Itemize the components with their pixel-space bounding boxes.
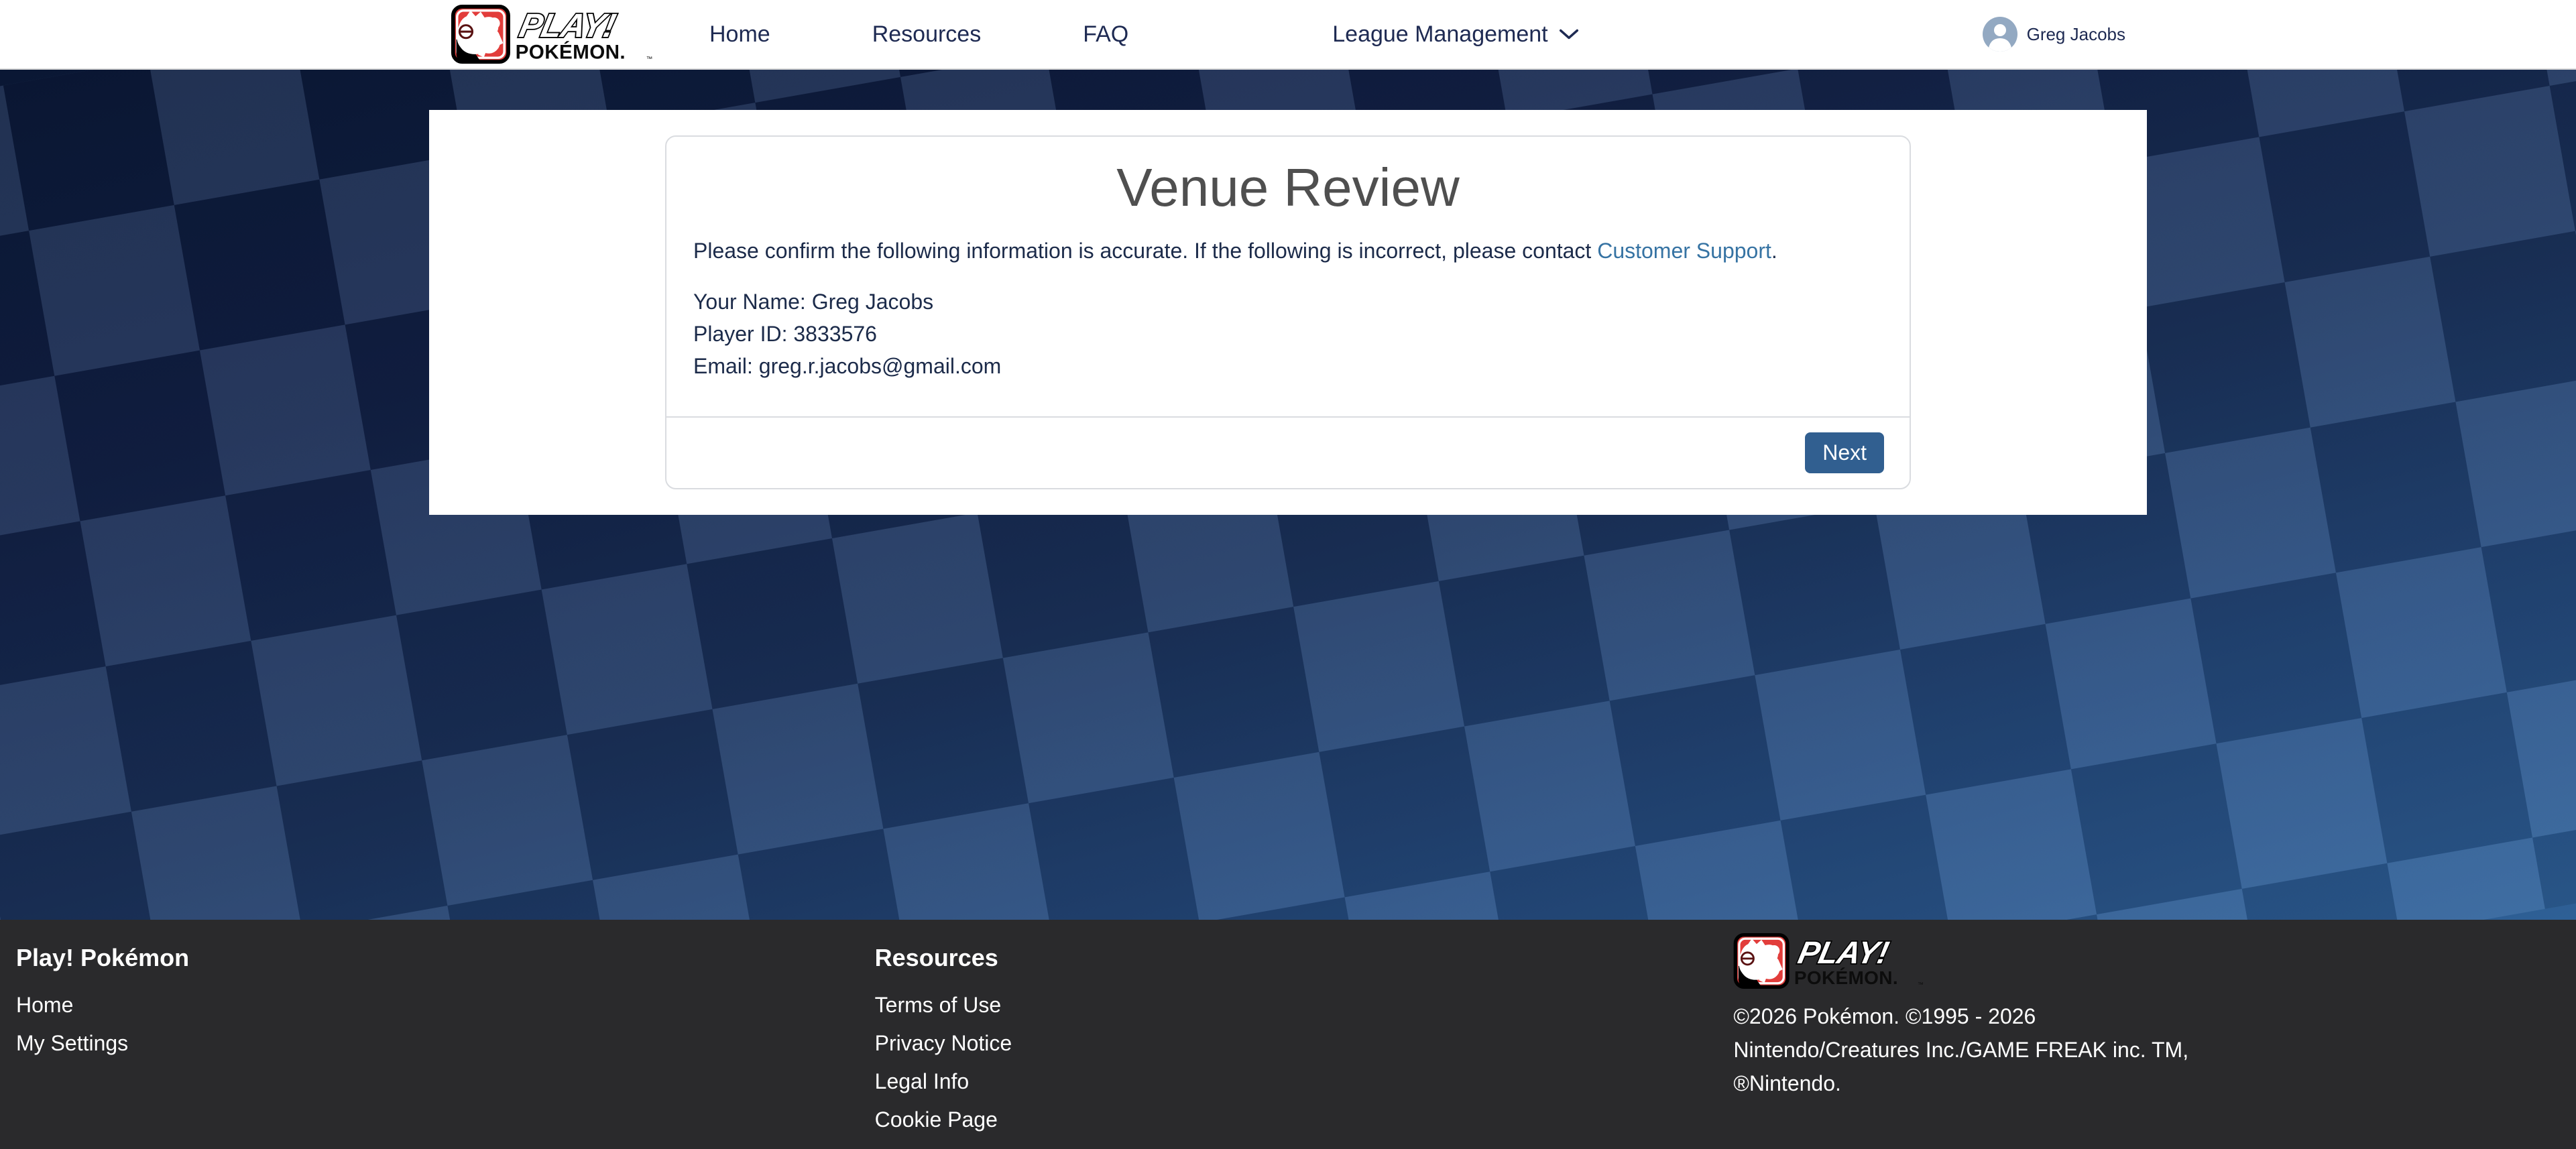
footer-link[interactable]: Legal Info <box>875 1069 970 1093</box>
content-card: Venue Review Please confirm the followin… <box>429 110 2147 515</box>
copyright-line: ®Nintendo. <box>1733 1067 2216 1100</box>
confirm-text-suffix: . <box>1771 239 1777 263</box>
next-button[interactable]: Next <box>1805 432 1884 473</box>
footer-column-resources: Resources Terms of Use Privacy Notice Lega… <box>859 933 1718 1149</box>
player-info-line: Player ID: 3833576 <box>693 318 1883 350</box>
customer-support-link[interactable]: Customer Support <box>1597 239 1771 263</box>
footer-link[interactable]: Contact Support <box>875 1146 1030 1149</box>
user-name: Greg Jacobs <box>2027 24 2125 45</box>
footer-link[interactable]: Home <box>16 993 73 1017</box>
confirm-text-prefix: Please confirm the following information… <box>693 239 1597 263</box>
copyright-line: ©2026 Pokémon. ©1995 - 2026 <box>1733 1000 2216 1033</box>
play-pokemon-logo-icon: PLAY! POKÉMON. ™ <box>1733 933 1928 989</box>
player-info-line: Email: greg.r.jacobs@gmail.com <box>693 350 1883 382</box>
svg-text:POKÉMON.: POKÉMON. <box>1794 967 1898 988</box>
top-navbar: PLAY! POKÉMON. ™ Home Resources FAQ League… <box>0 0 2576 70</box>
nav-link[interactable]: Home <box>709 21 770 48</box>
main-background: Venue Review Please confirm the followin… <box>0 70 2576 920</box>
footer-link[interactable]: Terms of Use <box>875 993 1001 1017</box>
footer-list-item: Cookie Page <box>875 1107 1702 1133</box>
copyright-line: Nintendo/Creatures Inc./GAME FREAK inc. … <box>1733 1033 2216 1067</box>
footer-list-item: Privacy Notice <box>875 1030 1702 1056</box>
copyright-text: ©2026 Pokémon. ©1995 - 2026Nintendo/Crea… <box>1733 1000 2216 1100</box>
nav-dropdown-league-management[interactable]: League Management <box>1332 21 1578 48</box>
footer-column-heading: Play! Pokémon <box>16 944 843 972</box>
brand-play-text: PLAY! <box>516 6 619 44</box>
nav-dropdown-label: League Management <box>1332 21 1547 48</box>
brand-logo-link[interactable]: PLAY! POKÉMON. ™ <box>451 5 657 64</box>
primary-nav: Home Resources FAQ League Management <box>709 21 1579 48</box>
brand-tm-text: ™ <box>646 56 653 63</box>
player-info-line: Your Name: Greg Jacobs <box>693 286 1883 318</box>
footer-link[interactable]: Privacy Notice <box>875 1031 1012 1055</box>
user-menu[interactable]: Greg Jacobs <box>1983 17 2125 52</box>
panel-footer: Next <box>666 416 1910 488</box>
confirm-text: Please confirm the following information… <box>693 237 1883 265</box>
player-info: Your Name: Greg JacobsPlayer ID: 3833576… <box>693 286 1883 382</box>
page-title: Venue Review <box>693 156 1883 220</box>
footer-list-item: Contact Support <box>875 1145 1702 1149</box>
user-avatar-icon <box>1983 17 2017 52</box>
footer-column-brand: PLAY! POKÉMON. ™ ©2026 Pokémon. ©1995 - … <box>1717 933 2576 1149</box>
chevron-down-icon <box>1559 27 1579 41</box>
footer-link[interactable]: My Settings <box>16 1031 128 1055</box>
footer-link[interactable]: Cookie Page <box>875 1107 998 1132</box>
page-footer: Play! Pokémon Home My Settings Resources … <box>0 920 2576 1149</box>
play-pokemon-logo-icon: PLAY! POKÉMON. ™ <box>451 5 657 64</box>
svg-text:PLAY!: PLAY! <box>1795 936 1891 971</box>
footer-column-play-pokemon: Play! Pokémon Home My Settings <box>0 933 859 1149</box>
svg-text:™: ™ <box>1918 981 1924 987</box>
footer-list-item: My Settings <box>16 1030 843 1056</box>
footer-list-item: Home <box>16 992 843 1018</box>
footer-list-item: Legal Info <box>875 1069 1702 1095</box>
nav-link[interactable]: Resources <box>872 21 982 48</box>
brand-pokemon-text: POKÉMON. <box>516 40 626 63</box>
footer-column-heading: Resources <box>875 944 1702 972</box>
footer-list-item: Terms of Use <box>875 992 1702 1018</box>
nav-link[interactable]: FAQ <box>1083 21 1128 48</box>
venue-review-panel: Venue Review Please confirm the followin… <box>665 135 1911 489</box>
